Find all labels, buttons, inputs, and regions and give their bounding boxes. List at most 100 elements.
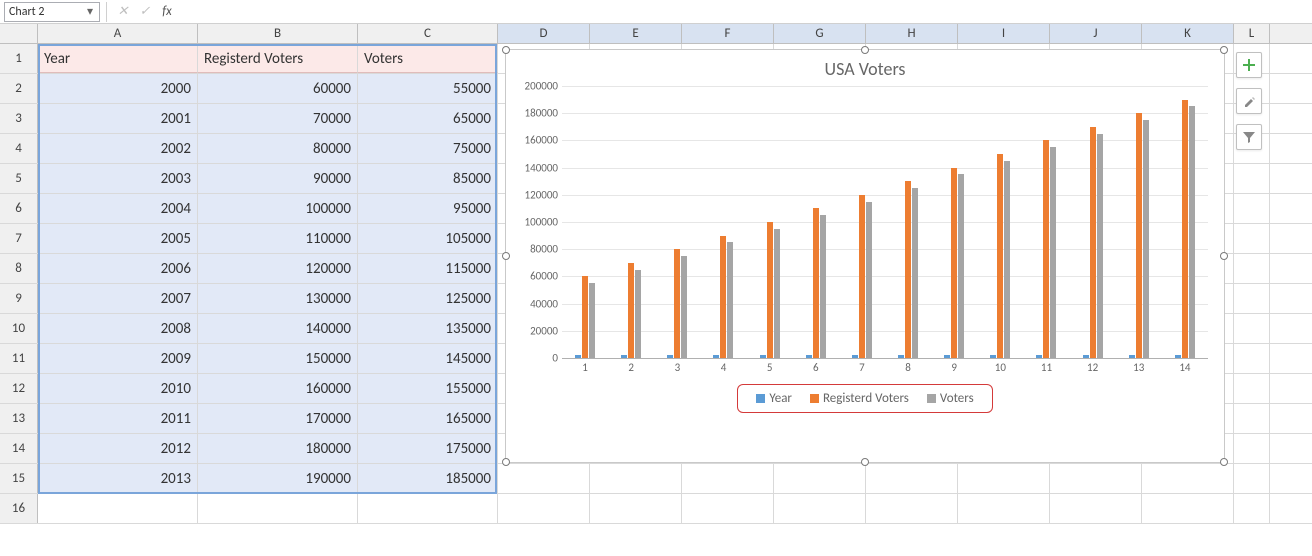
cell[interactable]	[1142, 464, 1234, 493]
cell[interactable]: 2002	[38, 134, 198, 163]
cell[interactable]	[1234, 464, 1270, 493]
resize-handle[interactable]	[502, 46, 510, 54]
resize-handle[interactable]	[1220, 252, 1228, 260]
cell[interactable]	[1234, 434, 1270, 463]
cell[interactable]: 100000	[198, 194, 358, 223]
cell[interactable]: 150000	[198, 344, 358, 373]
cell[interactable]: 2009	[38, 344, 198, 373]
cell[interactable]: 160000	[198, 374, 358, 403]
select-all-corner[interactable]	[0, 24, 38, 43]
row-header[interactable]: 4	[0, 134, 38, 163]
cell[interactable]: 90000	[198, 164, 358, 193]
cell[interactable]	[958, 464, 1050, 493]
cell[interactable]: 85000	[358, 164, 498, 193]
cell[interactable]	[1050, 494, 1142, 523]
row-header[interactable]: 1	[0, 44, 38, 73]
cell[interactable]: Year	[38, 44, 198, 73]
cell[interactable]: 2004	[38, 194, 198, 223]
cell[interactable]: 140000	[198, 314, 358, 343]
cell[interactable]: 2005	[38, 224, 198, 253]
cell[interactable]	[866, 464, 958, 493]
cell[interactable]	[1234, 164, 1270, 193]
cell[interactable]: 145000	[358, 344, 498, 373]
col-header[interactable]: C	[358, 24, 498, 43]
cell[interactable]: 170000	[198, 404, 358, 433]
cell[interactable]	[198, 494, 358, 523]
cell[interactable]: 175000	[358, 434, 498, 463]
row-header[interactable]: 12	[0, 374, 38, 403]
row-header[interactable]: 6	[0, 194, 38, 223]
brush-icon[interactable]	[1236, 88, 1262, 114]
resize-handle[interactable]	[502, 458, 510, 466]
resize-handle[interactable]	[502, 252, 510, 260]
cell[interactable]: 185000	[358, 464, 498, 493]
name-box[interactable]: Chart 2 ▾	[4, 2, 100, 22]
col-header[interactable]: I	[958, 24, 1050, 43]
cell[interactable]	[1234, 284, 1270, 313]
cell[interactable]: 2008	[38, 314, 198, 343]
cell[interactable]: 2006	[38, 254, 198, 283]
cell[interactable]: 70000	[198, 104, 358, 133]
row-header[interactable]: 7	[0, 224, 38, 253]
cell[interactable]: 2011	[38, 404, 198, 433]
chart-object[interactable]: USA Voters 02000040000600008000010000012…	[505, 49, 1225, 463]
chart-plot-area[interactable]: 0200004000060000800001000001200001400001…	[562, 86, 1208, 376]
cell[interactable]	[1234, 494, 1270, 523]
cell[interactable]: 130000	[198, 284, 358, 313]
cell[interactable]: 180000	[198, 434, 358, 463]
cell[interactable]	[1142, 494, 1234, 523]
cancel-icon[interactable]: ✕	[113, 2, 133, 22]
confirm-icon[interactable]: ✓	[135, 2, 155, 22]
cell[interactable]	[1234, 314, 1270, 343]
cell[interactable]: 190000	[198, 464, 358, 493]
cell[interactable]	[38, 494, 198, 523]
cell[interactable]: 155000	[358, 374, 498, 403]
cell[interactable]	[682, 464, 774, 493]
col-header[interactable]: F	[682, 24, 774, 43]
cell[interactable]: 135000	[358, 314, 498, 343]
col-header[interactable]: A	[38, 24, 198, 43]
cell[interactable]: Registerd Voters	[198, 44, 358, 73]
cell[interactable]: 60000	[198, 74, 358, 103]
cell[interactable]	[774, 494, 866, 523]
cell[interactable]	[1234, 404, 1270, 433]
cell[interactable]	[590, 494, 682, 523]
cell[interactable]	[1234, 194, 1270, 223]
cell[interactable]	[590, 464, 682, 493]
cell[interactable]: 80000	[198, 134, 358, 163]
cell[interactable]: 2012	[38, 434, 198, 463]
row-header[interactable]: 10	[0, 314, 38, 343]
resize-handle[interactable]	[861, 46, 869, 54]
cell[interactable]: 115000	[358, 254, 498, 283]
cell[interactable]	[1050, 464, 1142, 493]
row-header[interactable]: 16	[0, 494, 38, 523]
resize-handle[interactable]	[861, 458, 869, 466]
cell[interactable]: 125000	[358, 284, 498, 313]
cell[interactable]: 105000	[358, 224, 498, 253]
cell[interactable]: 2010	[38, 374, 198, 403]
plus-icon[interactable]	[1236, 52, 1262, 78]
col-header[interactable]: D	[498, 24, 590, 43]
cell[interactable]: 2001	[38, 104, 198, 133]
row-header[interactable]: 14	[0, 434, 38, 463]
cell[interactable]	[866, 494, 958, 523]
row-header[interactable]: 2	[0, 74, 38, 103]
chart-title[interactable]: USA Voters	[506, 50, 1224, 82]
col-header[interactable]: L	[1234, 24, 1270, 43]
cell[interactable]	[1234, 254, 1270, 283]
cell[interactable]: 120000	[198, 254, 358, 283]
col-header[interactable]: B	[198, 24, 358, 43]
cell[interactable]: 2000	[38, 74, 198, 103]
chart-legend[interactable]: Year Registerd Voters Voters	[737, 384, 992, 413]
funnel-icon[interactable]	[1236, 124, 1262, 150]
cell[interactable]	[682, 494, 774, 523]
row-header[interactable]: 5	[0, 164, 38, 193]
row-header[interactable]: 11	[0, 344, 38, 373]
cell[interactable]	[958, 494, 1050, 523]
row-header[interactable]: 8	[0, 254, 38, 283]
cell[interactable]	[498, 494, 590, 523]
cell[interactable]: 2003	[38, 164, 198, 193]
cell[interactable]: 55000	[358, 74, 498, 103]
col-header[interactable]: G	[774, 24, 866, 43]
row-header[interactable]: 9	[0, 284, 38, 313]
